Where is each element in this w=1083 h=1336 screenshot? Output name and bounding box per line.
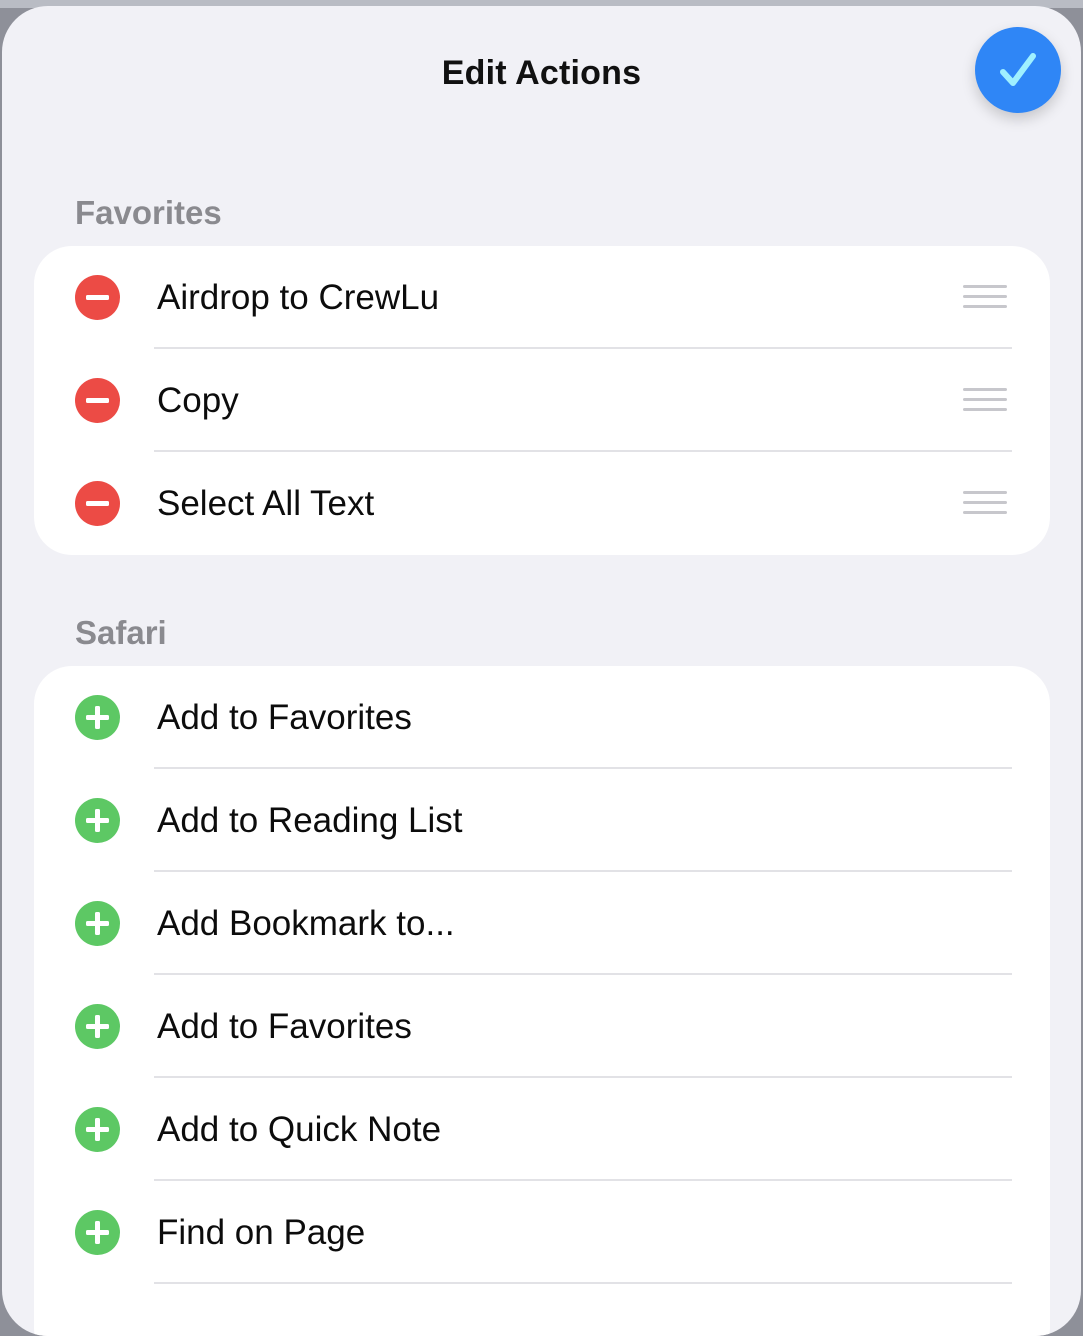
list-item: Add to Favorites xyxy=(34,975,1050,1078)
reorder-handle-icon[interactable] xyxy=(963,491,1007,517)
sheet-title: Edit Actions xyxy=(441,54,642,92)
list-item: Add to Quick Note xyxy=(34,1078,1050,1181)
list-item: Find on Page xyxy=(34,1181,1050,1284)
action-label: Add to Favorites xyxy=(157,1007,412,1046)
list-item: Add to Reading List xyxy=(34,769,1050,872)
reorder-handle-icon[interactable] xyxy=(963,285,1007,311)
remove-circle-icon[interactable] xyxy=(75,481,120,526)
add-circle-icon[interactable] xyxy=(75,1210,120,1255)
action-label: Add to Favorites xyxy=(157,698,412,737)
action-label: Add to Quick Note xyxy=(157,1110,442,1149)
favorites-list: Airdrop to CrewLu Copy Select All Text xyxy=(34,246,1050,555)
list-item: Add to Favorites xyxy=(34,666,1050,769)
list-item: Add Bookmark to... xyxy=(34,872,1050,975)
add-circle-icon[interactable] xyxy=(75,1004,120,1049)
checkmark-icon xyxy=(1000,53,1036,86)
action-label: Airdrop to CrewLu xyxy=(157,278,440,317)
safari-list: Add to Favorites Add to Reading List Add… xyxy=(34,666,1050,1336)
remove-circle-icon[interactable] xyxy=(75,378,120,423)
add-circle-icon[interactable] xyxy=(75,695,120,740)
section-header-favorites: Favorites xyxy=(75,194,222,231)
reorder-handle-icon[interactable] xyxy=(963,388,1007,414)
action-label: Add Bookmark to... xyxy=(157,904,455,943)
action-label: Copy xyxy=(157,381,239,420)
action-label: Select All Text xyxy=(157,484,375,523)
edit-actions-sheet: Edit Actions Favorites Airdrop to CrewLu… xyxy=(2,6,1081,1336)
list-item: Airdrop to CrewLu xyxy=(34,246,1050,349)
add-circle-icon[interactable] xyxy=(75,798,120,843)
list-item: Select All Text xyxy=(34,452,1050,555)
action-label: Find on Page xyxy=(157,1213,366,1252)
section-header-safari: Safari xyxy=(75,614,167,651)
add-circle-icon[interactable] xyxy=(75,1107,120,1152)
remove-circle-icon[interactable] xyxy=(75,275,120,320)
add-circle-icon[interactable] xyxy=(75,901,120,946)
action-label: Add to Reading List xyxy=(157,801,463,840)
row-divider xyxy=(154,1282,1012,1284)
done-button[interactable] xyxy=(975,27,1061,113)
list-item: Copy xyxy=(34,349,1050,452)
